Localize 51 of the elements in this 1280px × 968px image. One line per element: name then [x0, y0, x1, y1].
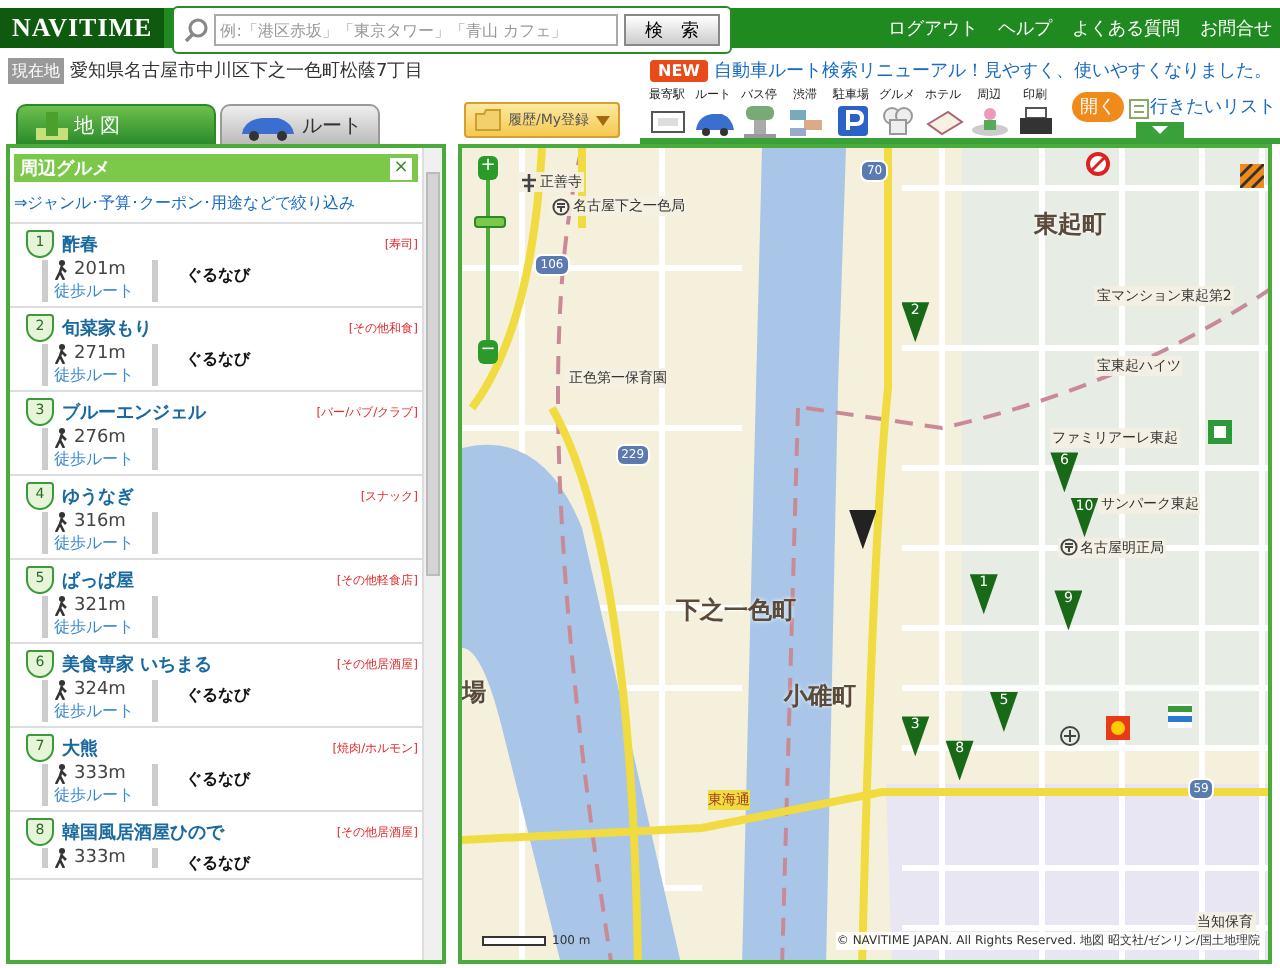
restaurant-link[interactable]: ブルーエンジェル [62, 399, 206, 425]
search-button[interactable]: 検 索 [624, 14, 721, 46]
tab[interactable]: ルート [220, 104, 380, 144]
gurunavi-logo: ぐるなび [186, 768, 250, 790]
restaurant-link[interactable]: ゆうなぎ [62, 483, 134, 509]
filter-link[interactable]: ⇒ジャンル･予算･クーポン･用途などで絞り込み [10, 182, 422, 224]
nav-link[interactable]: ログアウト [888, 15, 978, 41]
distance-text: 324m [74, 680, 126, 700]
distance-text: 333m [74, 848, 126, 868]
gurunavi-logo: ぐるなび [186, 348, 250, 370]
walking-route-link[interactable]: 徒歩ルート [54, 532, 146, 554]
panel-title: 周辺グルメ [20, 157, 110, 181]
walking-route-link[interactable]: 徒歩ルート [54, 700, 146, 722]
zoom-slider[interactable]: + − [478, 156, 498, 364]
distance-text: 316m [74, 512, 126, 532]
zoom-in-button[interactable]: + [478, 156, 498, 180]
nav-link[interactable]: ヘルプ [998, 15, 1052, 41]
restaurant-link[interactable]: ぱっぱ屋 [62, 567, 134, 593]
gurunavi-logo: ぐるなび [186, 684, 250, 706]
walking-route-link[interactable]: 徒歩ルート [54, 364, 146, 386]
restaurant-link[interactable]: 韓国風居酒屋ひので [62, 819, 224, 845]
gurunavi-logo: ぐるなび [186, 852, 250, 874]
zoom-out-button[interactable]: − [478, 340, 498, 364]
tab[interactable]: 地 図 [16, 104, 216, 144]
walking-route-link[interactable]: 徒歩ルート [54, 616, 146, 638]
new-badge: NEW [650, 59, 708, 81]
search-field[interactable]: 例:「港区赤坂」「東京タワー」「青山 カフェ」 [214, 14, 619, 46]
restaurant-link[interactable]: 美食専家 いちまる [62, 651, 213, 677]
walking-route-link[interactable]: 徒歩ルート [54, 448, 146, 470]
distance-text: 333m [74, 764, 126, 784]
distance-text: 271m [74, 344, 126, 364]
logo[interactable]: NAVITIME [0, 8, 165, 48]
map-label: 下之一色町 [675, 594, 796, 629]
address-text: 愛知県名古屋市中川区下之一色町松蔭7丁目 [70, 59, 424, 83]
distance-text: 321m [74, 596, 126, 616]
restaurant-link[interactable]: 酢春 [62, 231, 98, 257]
restaurant-link[interactable]: 大熊 [62, 735, 98, 761]
distance-text: 201m [74, 260, 126, 280]
walking-route-link[interactable]: 徒歩ルート [54, 280, 146, 302]
location-label: 現在地 [8, 57, 64, 83]
restaurant-link[interactable]: 旬菜家もり [62, 315, 152, 341]
close-button[interactable]: × [390, 157, 412, 179]
news-link[interactable]: 自動車ルート検索リニューアル！見やすく、使いやすくなりました。 [714, 57, 1272, 83]
nav-link[interactable]: よくある質問 [1072, 15, 1180, 41]
gurunavi-logo: ぐるなび [186, 264, 250, 286]
wishlist-link[interactable]: 行きたいリスト [1128, 94, 1276, 120]
map-label: 小碓町 [784, 679, 857, 714]
walking-route-link[interactable]: 徒歩ルート [54, 784, 146, 806]
nav-link[interactable]: お問合せ [1200, 15, 1272, 41]
map-label: 東起町 [1034, 208, 1107, 243]
distance-text: 276m [74, 428, 126, 448]
